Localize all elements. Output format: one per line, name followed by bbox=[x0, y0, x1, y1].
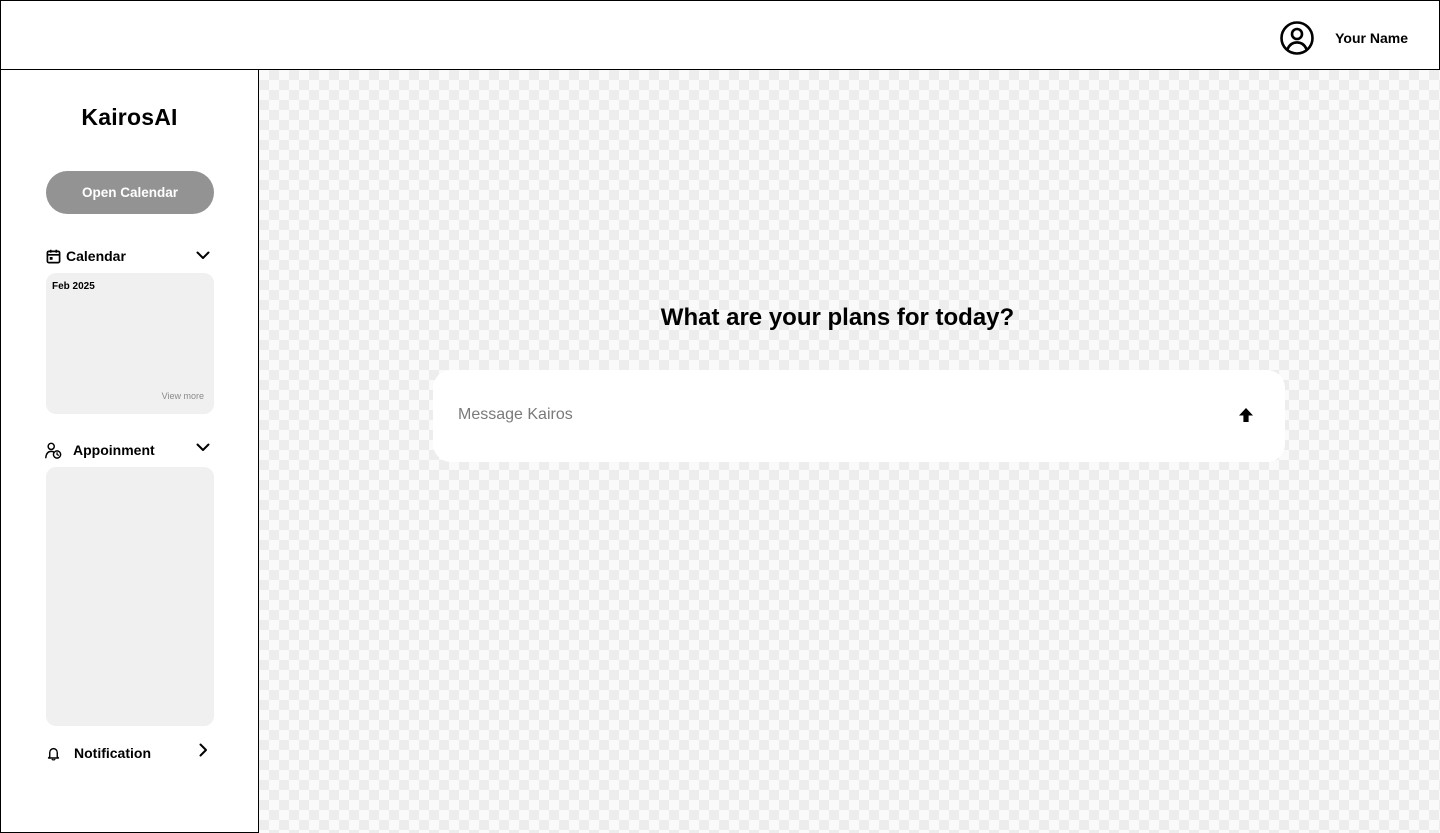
calendar-section-header[interactable]: Calendar bbox=[44, 245, 214, 267]
main-content: What are your plans for today? bbox=[259, 70, 1440, 833]
brand-logo-text: KairosAI bbox=[81, 104, 178, 130]
sidebar: KairosAI Open Calendar Calendar Feb 2025… bbox=[0, 69, 259, 833]
user-name[interactable]: Your Name bbox=[1335, 30, 1408, 46]
calendar-icon bbox=[44, 247, 62, 265]
notification-section-label: Notification bbox=[74, 745, 151, 761]
bell-icon bbox=[44, 744, 62, 762]
top-bar: Your Name bbox=[0, 0, 1440, 70]
user-menu[interactable]: Your Name bbox=[1279, 20, 1408, 56]
calendar-month-label: Feb 2025 bbox=[52, 281, 95, 292]
page-title: What are your plans for today? bbox=[660, 304, 1015, 331]
mini-calendar-panel: Feb 2025 View more bbox=[46, 273, 214, 414]
user-circle-icon[interactable] bbox=[1279, 20, 1315, 56]
appointment-section-header[interactable]: Appoinment bbox=[44, 439, 214, 461]
calendar-section-label: Calendar bbox=[66, 248, 126, 264]
appointment-section-label: Appoinment bbox=[73, 442, 155, 458]
view-more-link[interactable]: View more bbox=[162, 391, 204, 401]
chevron-right-icon[interactable] bbox=[195, 742, 211, 758]
message-input[interactable] bbox=[458, 400, 1198, 430]
arrow-up-icon[interactable] bbox=[1234, 403, 1258, 427]
chevron-down-icon[interactable] bbox=[195, 247, 211, 263]
open-calendar-button[interactable]: Open Calendar bbox=[46, 171, 214, 214]
notification-section-header[interactable]: Notification bbox=[44, 742, 214, 764]
appointment-panel bbox=[46, 467, 214, 726]
message-composer bbox=[433, 370, 1285, 462]
chevron-down-icon[interactable] bbox=[195, 439, 211, 455]
user-clock-icon bbox=[44, 441, 62, 459]
